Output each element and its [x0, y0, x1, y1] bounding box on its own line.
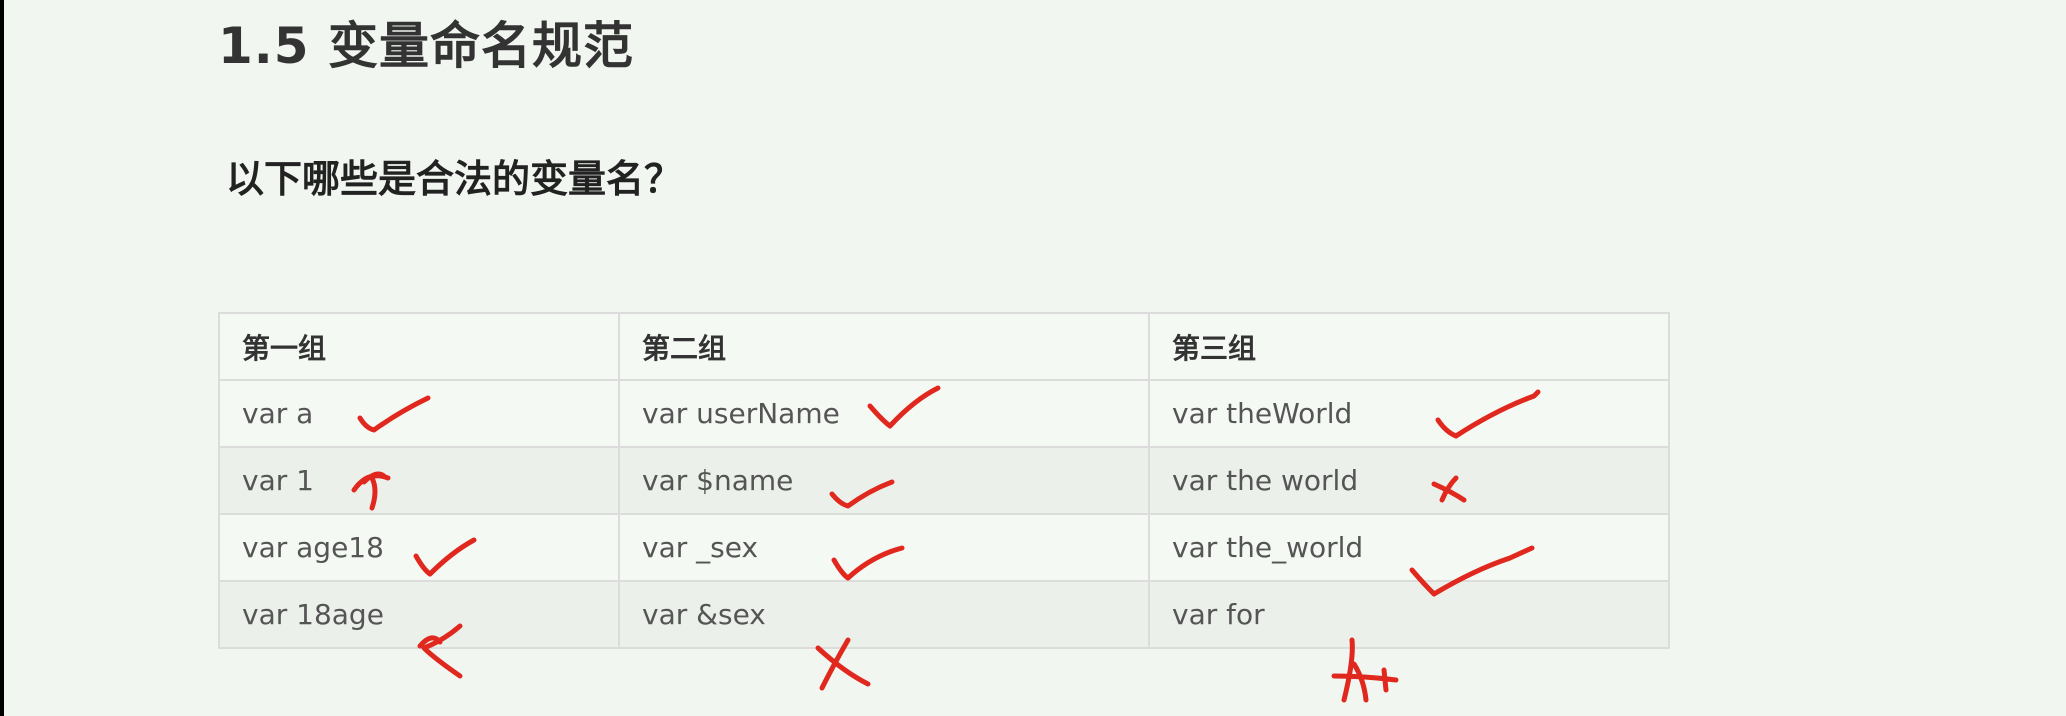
slide: 1.5 变量命名规范 以下哪些是合法的变量名？ 第一组 第二组 第三组 var …: [4, 0, 2066, 716]
table-cell: var userName: [618, 379, 1150, 448]
table-cell: var 1: [218, 446, 620, 515]
table-cell: var the_world: [1148, 513, 1670, 582]
table-cell: var for: [1148, 580, 1670, 649]
table-header-row: 第一组 第二组 第三组: [218, 312, 1670, 381]
table-cell: var 18age: [218, 580, 620, 649]
cross-mark: [1331, 637, 1399, 703]
question-text: 以下哪些是合法的变量名？: [226, 157, 683, 201]
table-cell: var _sex: [618, 513, 1150, 582]
table-row: var a var userName var theWorld: [218, 379, 1670, 448]
table-cell: var age18: [218, 513, 620, 582]
table-cell: var the world: [1148, 446, 1670, 515]
table-cell: var &sex: [618, 580, 1150, 649]
table-cell: var theWorld: [1148, 379, 1670, 448]
table-cell: var $name: [618, 446, 1150, 515]
table-row: var 1 var $name var the world: [218, 446, 1670, 515]
slide-title: 1.5 变量命名规范: [218, 17, 634, 75]
header-group-2: 第二组: [618, 312, 1150, 381]
variable-names-table: 第一组 第二组 第三组 var a var userName var theWo…: [218, 312, 1670, 649]
header-group-3: 第三组: [1148, 312, 1670, 381]
table-row: var 18age var &sex var for: [218, 580, 1670, 649]
table-cell: var a: [218, 379, 620, 448]
table-row: var age18 var _sex var the_world: [218, 513, 1670, 582]
header-group-1: 第一组: [218, 312, 620, 381]
